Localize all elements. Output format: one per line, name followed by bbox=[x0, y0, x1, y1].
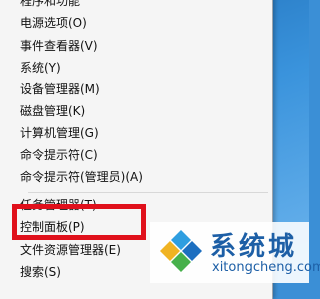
menu-item-search[interactable]: 搜索(S) bbox=[20, 262, 61, 282]
menu-item-event-viewer[interactable]: 事件查看器(V) bbox=[20, 36, 98, 56]
menu-item-command-prompt[interactable]: 命令提示符(C) bbox=[20, 145, 98, 165]
menu-item-device-manager[interactable]: 设备管理器(M) bbox=[20, 79, 100, 99]
watermark: 系统城 xitongcheng.com bbox=[150, 222, 320, 283]
menu-item-file-explorer[interactable]: 文件资源管理器(E) bbox=[20, 240, 121, 260]
menu-item-power-options[interactable]: 电源选项(O) bbox=[20, 13, 87, 33]
menu-item-disk-management[interactable]: 磁盘管理(K) bbox=[20, 101, 85, 121]
menu-item-system[interactable]: 系统(Y) bbox=[20, 58, 61, 78]
menu-item-computer-management[interactable]: 计算机管理(G) bbox=[20, 123, 99, 143]
menu-separator bbox=[28, 192, 268, 193]
menu-item-command-prompt-admin[interactable]: 命令提示符(管理员)(A) bbox=[20, 167, 143, 187]
highlight-box bbox=[12, 204, 146, 240]
watermark-brand: 系统城 bbox=[210, 232, 298, 262]
watermark-url: xitongcheng.com bbox=[212, 260, 320, 275]
diamond-logo-icon bbox=[160, 230, 202, 272]
menu-item-programs[interactable]: 程序和功能 bbox=[20, 0, 80, 11]
